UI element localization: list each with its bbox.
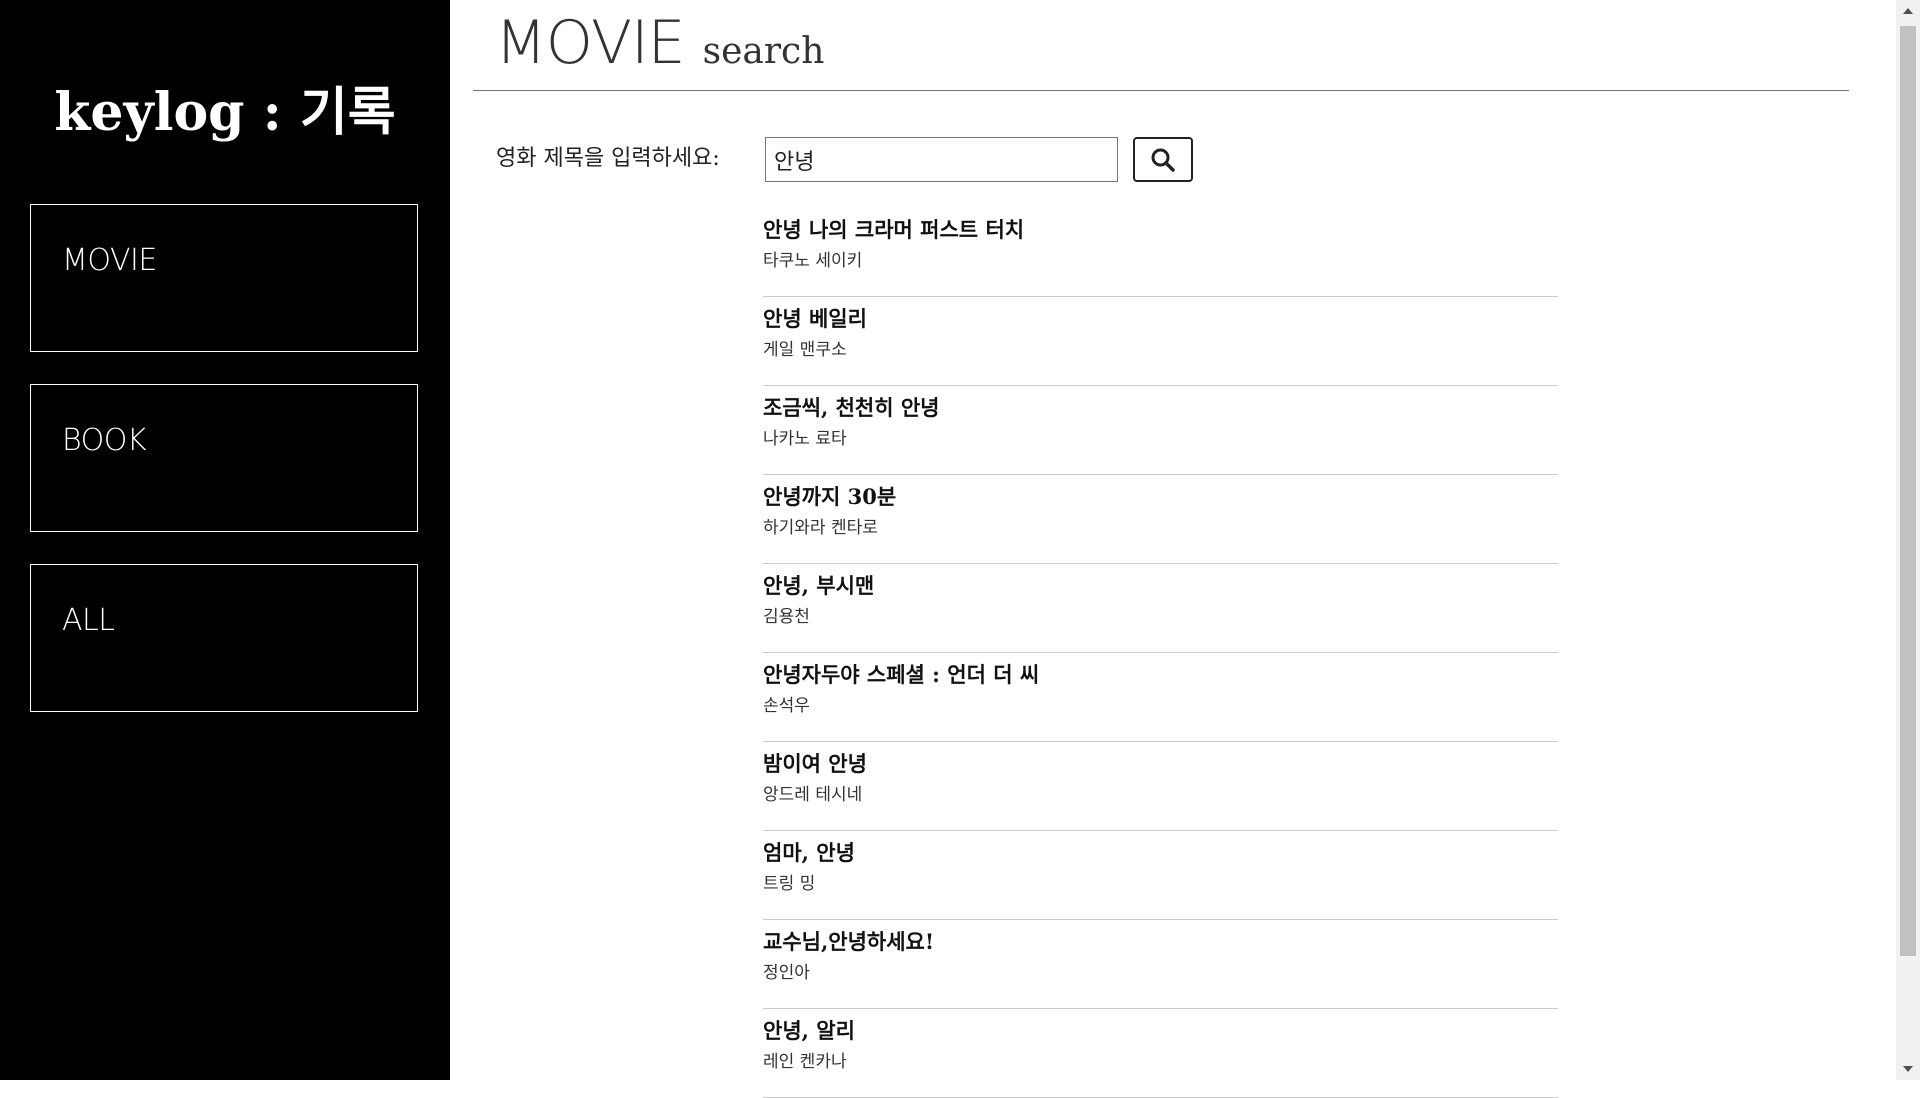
result-director: 트링 밍: [763, 874, 816, 894]
sidebar: keylog : 기록 MOVIE BOOK ALL: [0, 0, 450, 1080]
result-title: 밤이여 안녕: [763, 751, 867, 776]
nav-movie-button[interactable]: MOVIE: [30, 204, 418, 352]
result-item[interactable]: 안녕, 부시맨 김용천: [763, 564, 1558, 653]
result-item[interactable]: 안녕자두야 스페셜 : 언더 더 씨 손석우: [763, 653, 1558, 742]
nav-all-label: ALL: [62, 603, 115, 638]
nav-movie-label: MOVIE: [62, 243, 157, 278]
result-item[interactable]: 조금씩, 천천히 안녕 나카노 료타: [763, 386, 1558, 475]
result-item[interactable]: 밤이여 안녕 앙드레 테시네: [763, 742, 1558, 831]
result-title: 조금씩, 천천히 안녕: [763, 395, 940, 420]
result-director: 손석우: [763, 696, 810, 716]
result-title: 안녕, 부시맨: [763, 573, 875, 598]
result-director: 타쿠노 세이키: [763, 251, 863, 271]
result-director: 게일 맨쿠소: [763, 340, 847, 360]
result-item[interactable]: 안녕까지 30분 하기와라 켄타로: [763, 475, 1558, 564]
result-director: 나카노 료타: [763, 429, 847, 449]
search-label: 영화 제목을 입력하세요:: [496, 146, 720, 171]
search-icon: [1151, 148, 1175, 172]
result-item[interactable]: 안녕 나의 크라머 퍼스트 터치 타쿠노 세이키: [763, 208, 1558, 297]
page-scrollbar[interactable]: [1896, 0, 1920, 1080]
movie-search-input[interactable]: [765, 137, 1118, 182]
result-title: 안녕까지 30분: [763, 484, 897, 509]
page-title: MOVIE: [495, 8, 686, 78]
result-item[interactable]: 교수님,안녕하세요! 정인아: [763, 920, 1558, 1009]
scroll-down-arrow-icon[interactable]: [1903, 1066, 1913, 1072]
nav-book-button[interactable]: BOOK: [30, 384, 418, 532]
search-results-list: 안녕 나의 크라머 퍼스트 터치 타쿠노 세이키 안녕 베일리 게일 맨쿠소 조…: [763, 208, 1558, 1098]
page-header: MOVIE search: [495, 8, 824, 78]
nav-book-label: BOOK: [62, 423, 147, 458]
result-director: 정인아: [763, 963, 810, 983]
result-title: 교수님,안녕하세요!: [763, 929, 935, 954]
scroll-up-arrow-icon[interactable]: [1903, 8, 1913, 14]
result-director: 김용천: [763, 607, 810, 627]
result-director: 하기와라 켄타로: [763, 518, 878, 538]
site-logo[interactable]: keylog : 기록: [0, 70, 450, 145]
page-subtitle: search: [702, 31, 825, 72]
result-item[interactable]: 엄마, 안녕 트링 밍: [763, 831, 1558, 920]
result-title: 안녕 베일리: [763, 306, 867, 331]
nav-all-button[interactable]: ALL: [30, 564, 418, 712]
scrollbar-thumb[interactable]: [1900, 26, 1916, 956]
result-title: 안녕 나의 크라머 퍼스트 터치: [763, 217, 1025, 242]
result-director: 앙드레 테시네: [763, 785, 863, 805]
result-item[interactable]: 안녕, 알리 레인 켄카나: [763, 1009, 1558, 1098]
search-button[interactable]: [1133, 137, 1193, 182]
result-title: 안녕자두야 스페셜 : 언더 더 씨: [763, 662, 1040, 687]
main-content: MOVIE search 영화 제목을 입력하세요: 안녕 나의 크라머 퍼스트 …: [450, 0, 1896, 1098]
result-item[interactable]: 안녕 베일리 게일 맨쿠소: [763, 297, 1558, 386]
result-director: 레인 켄카나: [763, 1052, 847, 1072]
result-title: 엄마, 안녕: [763, 840, 855, 865]
result-title: 안녕, 알리: [763, 1018, 855, 1043]
header-divider: [473, 90, 1849, 91]
